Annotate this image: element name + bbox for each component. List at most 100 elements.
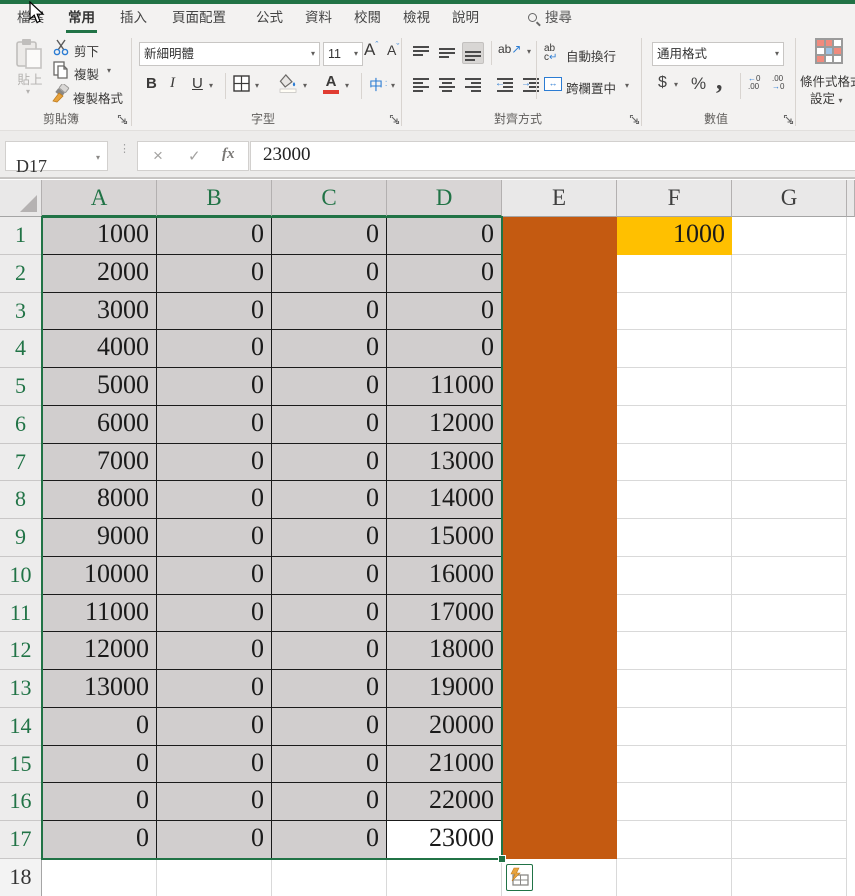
cell-B18[interactable]: [157, 859, 272, 896]
font-name-combo[interactable]: 新細明體▾: [139, 42, 320, 66]
row-header-16[interactable]: 16: [0, 783, 42, 821]
cell-B6[interactable]: 0: [157, 406, 272, 444]
align-top-icon[interactable]: [410, 42, 432, 64]
fill-color-dropdown-icon[interactable]: ▾: [303, 81, 307, 90]
paste-button[interactable]: 貼上: [10, 69, 50, 88]
comma-format-button[interactable]: ,: [716, 66, 723, 96]
cell-D11[interactable]: 17000: [387, 595, 502, 633]
cell-D12[interactable]: 18000: [387, 632, 502, 670]
cell-D1[interactable]: 0: [387, 217, 502, 255]
bold-button[interactable]: B: [146, 75, 157, 92]
cell-A2[interactable]: 2000: [42, 255, 157, 293]
row-header-2[interactable]: 2: [0, 255, 42, 293]
tab-data[interactable]: 資料: [303, 4, 334, 33]
cell-B4[interactable]: 0: [157, 330, 272, 368]
tab-review[interactable]: 校閱: [352, 4, 383, 33]
row-header-11[interactable]: 11: [0, 595, 42, 633]
cell-C5[interactable]: 0: [272, 368, 387, 406]
cell-G7[interactable]: [732, 444, 847, 482]
cell-F8[interactable]: [617, 481, 732, 519]
cell-C8[interactable]: 0: [272, 481, 387, 519]
cell-F7[interactable]: [617, 444, 732, 482]
orientation-dropdown-icon[interactable]: ▾: [527, 47, 531, 56]
row-header-12[interactable]: 12: [0, 632, 42, 670]
quick-analysis-button[interactable]: [506, 864, 533, 891]
cell-G1[interactable]: [732, 217, 847, 255]
select-all-button[interactable]: [0, 180, 42, 217]
cell-B16[interactable]: 0: [157, 783, 272, 821]
currency-dropdown-icon[interactable]: ▾: [674, 80, 678, 89]
column-header-G[interactable]: G: [732, 180, 847, 217]
cell-G11[interactable]: [732, 595, 847, 633]
tab-page-layout[interactable]: 頁面配置: [170, 4, 228, 33]
font-color-dropdown-icon[interactable]: ▾: [345, 81, 349, 90]
cell-C6[interactable]: 0: [272, 406, 387, 444]
italic-button[interactable]: I: [170, 75, 175, 92]
cell-B2[interactable]: 0: [157, 255, 272, 293]
cell-F10[interactable]: [617, 557, 732, 595]
font-dialog-launcher-icon[interactable]: [389, 114, 400, 125]
format-painter-button[interactable]: 複製格式: [73, 88, 123, 107]
cell-B12[interactable]: 0: [157, 632, 272, 670]
cell-B15[interactable]: 0: [157, 746, 272, 784]
conditional-formatting-button-line2[interactable]: 設定 ▾: [810, 88, 843, 107]
name-box-dropdown-icon[interactable]: ▾: [96, 153, 100, 162]
copy-dropdown-icon[interactable]: ▾: [107, 66, 111, 75]
row-header-17[interactable]: 17: [0, 821, 42, 859]
cell-G10[interactable]: [732, 557, 847, 595]
row-header-15[interactable]: 15: [0, 746, 42, 784]
cell-C1[interactable]: 0: [272, 217, 387, 255]
cell-C17[interactable]: 0: [272, 821, 387, 859]
cell-G3[interactable]: [732, 293, 847, 331]
decrease-decimal-icon[interactable]: .00 →0: [772, 75, 784, 91]
cell-F16[interactable]: [617, 783, 732, 821]
borders-icon[interactable]: [233, 75, 251, 93]
cell-D8[interactable]: 14000: [387, 481, 502, 519]
cell-C14[interactable]: 0: [272, 708, 387, 746]
cell-D14[interactable]: 20000: [387, 708, 502, 746]
cell-G18[interactable]: [732, 859, 847, 896]
align-center-icon[interactable]: [436, 74, 458, 96]
cell-D18[interactable]: [387, 859, 502, 896]
cell-F13[interactable]: [617, 670, 732, 708]
font-size-combo[interactable]: 11▾: [323, 42, 363, 66]
cell-C13[interactable]: 0: [272, 670, 387, 708]
percent-format-button[interactable]: %: [691, 74, 706, 94]
cell-B1[interactable]: 0: [157, 217, 272, 255]
cell-A1[interactable]: 1000: [42, 217, 157, 255]
cell-A7[interactable]: 7000: [42, 444, 157, 482]
cell-D6[interactable]: 12000: [387, 406, 502, 444]
row-header-8[interactable]: 8: [0, 481, 42, 519]
increase-decimal-icon[interactable]: ←0 .00: [748, 75, 760, 91]
cell-C2[interactable]: 0: [272, 255, 387, 293]
increase-indent-icon[interactable]: →: [520, 74, 542, 96]
cell-C3[interactable]: 0: [272, 293, 387, 331]
align-bottom-icon[interactable]: [462, 42, 484, 64]
align-left-icon[interactable]: [410, 74, 432, 96]
cell-range-E-orange-fill[interactable]: [502, 217, 617, 859]
copy-button[interactable]: 複製: [74, 64, 99, 83]
cell-B7[interactable]: 0: [157, 444, 272, 482]
cell-B3[interactable]: 0: [157, 293, 272, 331]
cell-G16[interactable]: [732, 783, 847, 821]
cell-B8[interactable]: 0: [157, 481, 272, 519]
paste-icon[interactable]: [14, 38, 46, 70]
cell-A10[interactable]: 10000: [42, 557, 157, 595]
cell-F6[interactable]: [617, 406, 732, 444]
row-header-3[interactable]: 3: [0, 293, 42, 331]
cancel-icon[interactable]: ×: [153, 146, 163, 166]
cell-A5[interactable]: 5000: [42, 368, 157, 406]
align-right-icon[interactable]: [462, 74, 484, 96]
row-header-14[interactable]: 14: [0, 708, 42, 746]
cell-D3[interactable]: 0: [387, 293, 502, 331]
cell-A11[interactable]: 11000: [42, 595, 157, 633]
row-header-18[interactable]: 18: [0, 859, 42, 896]
cell-G14[interactable]: [732, 708, 847, 746]
cell-A9[interactable]: 9000: [42, 519, 157, 557]
cell-F11[interactable]: [617, 595, 732, 633]
cell-D4[interactable]: 0: [387, 330, 502, 368]
number-format-combo[interactable]: 通用格式▾: [652, 42, 784, 66]
cell-G9[interactable]: [732, 519, 847, 557]
cell-F15[interactable]: [617, 746, 732, 784]
formula-input[interactable]: [250, 141, 855, 171]
